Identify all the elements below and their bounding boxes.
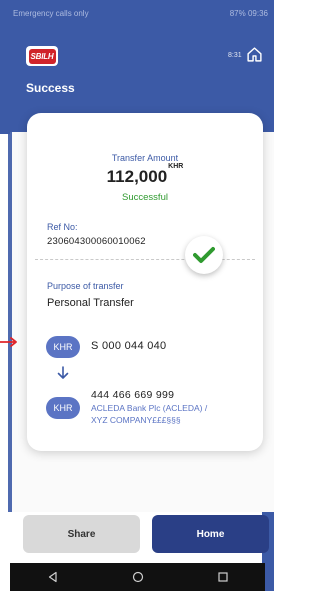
transfer-amount: 112,000KHR xyxy=(27,163,263,187)
purpose-label: Purpose of transfer xyxy=(47,281,124,291)
success-check-badge xyxy=(185,236,223,274)
to-account-name: XYZ COMPANY£££§§§ xyxy=(91,415,181,425)
home-icon[interactable] xyxy=(246,46,263,63)
header-code: 8:31 xyxy=(228,52,242,59)
from-account-number: S 000 044 040 xyxy=(91,340,167,352)
amount-currency: KHR xyxy=(168,163,184,171)
transfer-receipt-card: Transfer Amount 112,000KHR Successful Re… xyxy=(27,113,263,451)
left-accent xyxy=(8,132,12,512)
ref-label: Ref No: xyxy=(47,222,78,232)
bank-logo: SBILH xyxy=(26,46,58,66)
back-icon[interactable] xyxy=(47,571,59,583)
purpose-value: Personal Transfer xyxy=(47,297,134,309)
recents-icon[interactable] xyxy=(217,571,229,583)
transfer-status: Successful xyxy=(122,192,168,203)
home-nav-icon[interactable] xyxy=(132,571,144,583)
arrow-down-icon xyxy=(57,366,69,379)
red-pointer-arrow xyxy=(0,337,17,347)
system-nav-bar xyxy=(10,563,265,591)
share-button[interactable]: Share xyxy=(23,515,140,553)
status-right-text: 87% 09:36 xyxy=(229,8,268,18)
to-currency-badge: KHR xyxy=(46,397,80,419)
amount-label: Transfer Amount xyxy=(111,153,179,163)
logo-text: SBILH xyxy=(28,48,56,64)
to-bank-name: ACLEDA Bank Plc (ACLEDA) / xyxy=(91,403,208,413)
status-bar: Emergency calls only 87% 09:36 xyxy=(0,0,274,26)
to-account-number: 444 466 669 999 xyxy=(91,389,175,401)
home-button[interactable]: Home xyxy=(152,515,269,553)
ref-number: 230604300060010062 xyxy=(47,236,146,247)
check-icon xyxy=(193,247,215,263)
from-currency-badge: KHR xyxy=(46,336,80,358)
page-title: Success xyxy=(26,81,75,95)
status-left-text: Emergency calls only xyxy=(13,8,89,18)
amount-value: 112,000 xyxy=(106,167,168,186)
